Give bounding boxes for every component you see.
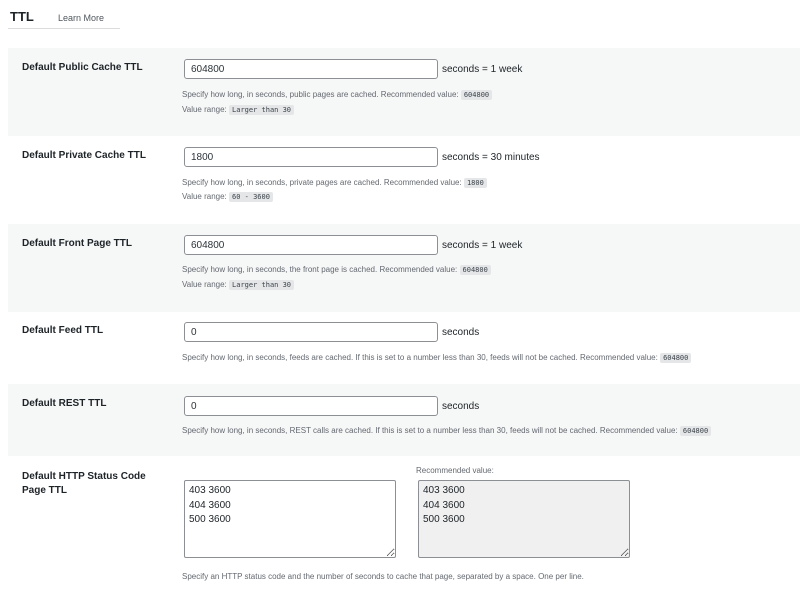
setting-label: Default Private Cache TTL [22,150,146,161]
setting-label: Default HTTP Status Code Page TTL [22,471,146,496]
setting-label: Default REST TTL [22,398,107,409]
front-page-ttl-input[interactable] [184,235,438,255]
setting-description: Specify an HTTP status code and the numb… [182,572,584,581]
learn-more-link[interactable]: Learn More [58,13,104,23]
recommended-value: 604800 [679,426,712,436]
rest-ttl-input[interactable] [184,396,438,416]
tab-ttl[interactable]: TTL [10,9,34,24]
unit-text: seconds = 1 week [442,64,523,75]
unit-text: seconds = 1 week [442,240,523,251]
recommended-value: 604800 [460,90,493,100]
setting-description: Specify how long, in seconds, public pag… [182,89,493,101]
description-text: Specify how long, in seconds, REST calls… [182,426,678,435]
private-cache-ttl-input[interactable] [184,147,438,167]
setting-row-http-status-ttl: Default HTTP Status Code Page TTL Recomm… [8,456,800,599]
description-text: Specify how long, in seconds, private pa… [182,178,462,187]
feed-ttl-input[interactable] [184,322,438,342]
value-range-code: 60 - 3600 [229,192,273,202]
value-range: Value range: Larger than 30 [182,279,295,291]
http-status-ttl-textarea[interactable] [184,480,396,558]
value-range-code: Larger than 30 [229,105,295,115]
setting-row-rest-ttl: Default REST TTL seconds Specify how lon… [8,384,800,456]
setting-label: Default Front Page TTL [22,238,132,249]
recommended-value: 604800 [660,353,692,363]
value-range-label: Value range: [182,105,227,114]
setting-description: Specify how long, in seconds, the front … [182,264,491,276]
recommended-status-textarea [418,480,630,558]
description-text: Specify how long, in seconds, the front … [182,265,458,274]
setting-row-feed-ttl: Default Feed TTL seconds Specify how lon… [8,312,800,384]
value-range-label: Value range: [182,192,227,201]
setting-description: Specify how long, in seconds, feeds are … [182,352,692,364]
value-range: Value range: 60 - 3600 [182,191,273,203]
unit-text: seconds [442,401,480,412]
value-range-label: Value range: [182,280,227,289]
setting-row-public-cache-ttl: Default Public Cache TTL seconds = 1 wee… [8,48,800,136]
setting-label: Default Feed TTL [22,325,104,336]
setting-row-private-cache-ttl: Default Private Cache TTL seconds = 30 m… [8,136,800,224]
setting-row-front-page-ttl: Default Front Page TTL seconds = 1 week … [8,224,800,312]
description-text: Specify how long, in seconds, public pag… [182,90,459,99]
recommended-value: 604800 [459,265,491,275]
tab-bar: TTL Learn More [8,0,120,29]
recommended-value-label: Recommended value: [416,466,494,475]
public-cache-ttl-input[interactable] [184,59,438,79]
value-range: Value range: Larger than 30 [182,104,295,116]
setting-label: Default Public Cache TTL [22,62,143,73]
setting-description: Specify how long, in seconds, REST calls… [182,425,712,437]
setting-description: Specify how long, in seconds, private pa… [182,177,487,189]
value-range-code: Larger than 30 [229,280,295,290]
unit-text: seconds = 30 minutes [442,152,540,163]
recommended-value: 1800 [463,178,487,188]
unit-text: seconds [442,327,480,338]
description-text: Specify how long, in seconds, feeds are … [182,353,658,362]
